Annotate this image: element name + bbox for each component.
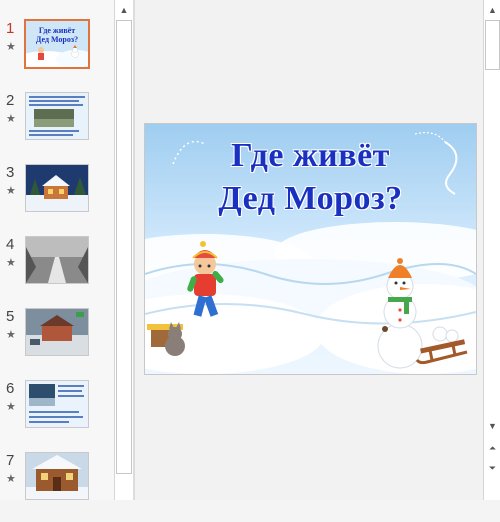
slide-number: 4 [6,236,15,253]
thumbnail-slide-3[interactable]: 3 ★ [0,164,114,234]
thumbnail-image[interactable] [25,164,89,212]
scrollbar-thumb[interactable] [116,20,132,474]
animation-star-icon: ★ [6,113,16,125]
thumbnail-preview [26,165,88,211]
thumbnail-scrollbar[interactable]: ▲ [114,0,133,500]
slide-number: 6 [6,380,15,397]
thumbnail-preview [26,381,88,427]
thumbnail-preview: Где живёт Дед Мороз? [26,21,88,67]
thumbnail-slide-5[interactable]: 5 ★ [0,308,114,378]
editor-scrollbar[interactable]: ▲ ▼ ⏶ ⏷ [483,0,500,500]
animation-star-icon: ★ [6,185,16,197]
thumbnail-preview [26,237,88,283]
slide-title-line1[interactable]: Где живёт [145,137,476,175]
slide-title-line2[interactable]: Дед Мороз? [145,180,476,218]
slide-thumbnail-pane: 1 ★ Где живёт Дед Мороз? 2 ★ 3 ★ 4 ★ 5 ★… [0,0,114,500]
thumbnail-preview [26,309,88,355]
thumbnail-slide-4[interactable]: 4 ★ [0,236,114,306]
previous-slide-icon[interactable]: ⏶ [484,440,500,456]
slide-number: 5 [6,308,15,325]
main-slide[interactable]: Где живёт Дед Мороз? [145,124,476,374]
thumbnail-preview [26,93,88,139]
animation-star-icon: ★ [6,257,16,269]
thumbnail-slide-1[interactable]: 1 ★ Где живёт Дед Мороз? [0,19,114,90]
thumbnail-image[interactable] [25,236,89,284]
animation-star-icon: ★ [6,329,16,341]
slide-number: 2 [6,92,15,109]
slide-number: 1 [6,20,15,37]
thumbnail-slide-7[interactable]: 7 ★ [0,452,114,522]
scroll-up-arrow-icon[interactable]: ▲ [484,2,500,18]
thumb-title-line1: Где живёт [39,26,75,35]
scroll-down-arrow-icon[interactable]: ▼ [484,418,500,434]
animation-star-icon: ★ [6,41,16,53]
thumbnail-image[interactable] [25,380,89,428]
thumbnail-slide-2[interactable]: 2 ★ [0,92,114,162]
thumbnail-image[interactable] [25,308,89,356]
slide-number: 3 [6,164,15,181]
thumb-title-line2: Дед Мороз? [36,35,78,44]
scroll-up-arrow-icon[interactable]: ▲ [115,2,133,18]
thumbnail-preview [26,453,88,499]
thumbnail-slide-6[interactable]: 6 ★ [0,380,114,450]
thumbnail-image[interactable] [25,92,89,140]
thumbnail-image[interactable]: Где живёт Дед Мороз? [24,19,90,69]
animation-star-icon: ★ [6,401,16,413]
animation-star-icon: ★ [6,473,16,485]
slide-number: 7 [6,452,15,469]
scrollbar-thumb[interactable] [485,20,500,70]
next-slide-icon[interactable]: ⏷ [484,460,500,476]
thumbnail-image[interactable] [25,452,89,500]
